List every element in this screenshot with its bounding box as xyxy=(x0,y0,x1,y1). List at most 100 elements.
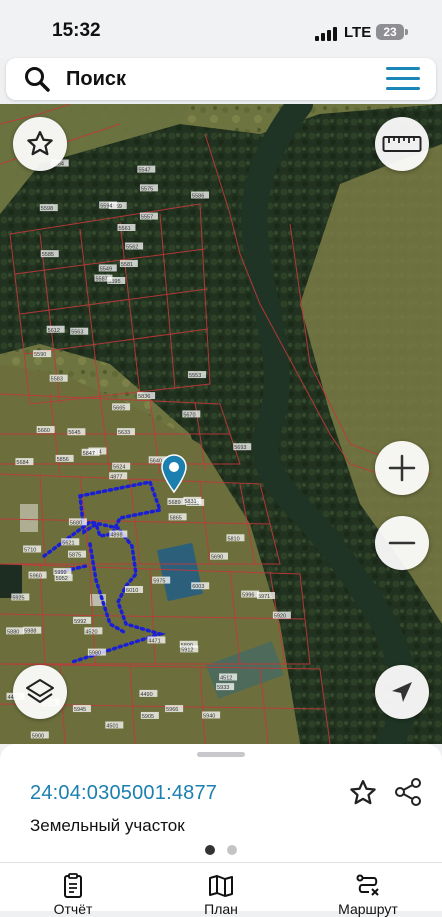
parcel-number-label[interactable]: 5586 xyxy=(191,191,210,200)
parcel-number-label[interactable]: 5693 xyxy=(233,443,252,451)
parcel-number-label[interactable]: 5836 xyxy=(137,392,156,400)
parcel-number-label[interactable]: 5971 xyxy=(256,592,275,600)
pagination-dot-active[interactable] xyxy=(205,845,215,855)
parcel-number-label[interactable]: 5920 xyxy=(272,611,291,620)
parcel-number-label[interactable]: 5847 xyxy=(81,448,100,457)
svg-text:5920: 5920 xyxy=(274,614,286,620)
parcel-number-label[interactable]: 5621 xyxy=(61,538,80,546)
parcel-number-label[interactable]: 5856 xyxy=(55,454,74,463)
parcel-number-label[interactable]: 4512 xyxy=(219,673,238,681)
parcel-number-label[interactable]: 5940 xyxy=(202,711,221,719)
parcel-number-label[interactable]: 5665 xyxy=(112,403,131,411)
nav-route[interactable]: Маршрут xyxy=(320,863,416,917)
parcel-number-label[interactable]: 4471 xyxy=(147,636,166,644)
map-view[interactable]: 5595559855495590556255635547555955755581… xyxy=(0,104,442,744)
svg-text:5598: 5598 xyxy=(41,206,53,212)
parcel-number-label[interactable]: 5980 xyxy=(87,648,106,657)
parcel-number-label[interactable]: 4501 xyxy=(105,721,124,729)
parcel-number-label[interactable]: 5547 xyxy=(137,165,156,174)
svg-text:4501: 4501 xyxy=(106,723,118,729)
svg-text:5680: 5680 xyxy=(70,520,82,526)
parcel-number-label[interactable]: 5590 xyxy=(33,350,52,358)
share-icon[interactable] xyxy=(392,776,424,808)
parcel-number-label[interactable]: 5660 xyxy=(36,426,55,434)
my-location-button[interactable] xyxy=(375,665,429,719)
parcel-number-label[interactable]: 4877 xyxy=(109,472,128,480)
nav-report[interactable]: Отчёт xyxy=(28,863,118,917)
ruler-button[interactable] xyxy=(375,117,429,171)
pagination-dot[interactable] xyxy=(227,845,237,855)
menu-icon[interactable] xyxy=(386,67,420,91)
parcel-number-label[interactable]: 5684 xyxy=(15,458,34,466)
parcel-number-label[interactable]: 5624 xyxy=(112,462,131,471)
parcel-number-label[interactable]: 6003 xyxy=(191,582,210,590)
parcel-number-label[interactable]: 4520 xyxy=(84,627,103,635)
parcel-number-label[interactable]: 5690 xyxy=(210,552,229,561)
parcel-number-label[interactable]: 5563 xyxy=(70,327,89,336)
parcel-number-label[interactable]: 5645 xyxy=(67,428,86,436)
parcel-number-label[interactable]: 5912 xyxy=(180,645,199,653)
parcel-number-label[interactable]: 5875 xyxy=(68,550,87,559)
parcel-number-label[interactable]: 5975 xyxy=(152,576,171,585)
parcel-number-label[interactable]: 5960 xyxy=(28,571,47,579)
parcel-number-label[interactable]: 5633 xyxy=(116,428,135,436)
svg-text:4512: 4512 xyxy=(220,675,232,681)
parcel-number-label[interactable]: 5557 xyxy=(139,212,158,221)
svg-text:5996: 5996 xyxy=(242,593,254,599)
favorite-button[interactable] xyxy=(13,117,67,171)
parcel-number-label[interactable]: 5710 xyxy=(23,545,42,553)
parcel-number-label[interactable]: 5553 xyxy=(188,371,207,379)
parcel-number-label[interactable]: 5680 xyxy=(68,518,87,526)
parcel-number-label[interactable]: 5670 xyxy=(182,410,201,418)
parcel-number-label[interactable]: 5945 xyxy=(72,705,91,713)
layers-button[interactable] xyxy=(13,665,67,719)
svg-text:4471: 4471 xyxy=(148,638,160,644)
location-pin-icon[interactable] xyxy=(161,454,187,494)
parcel-number-label[interactable]: 5999 xyxy=(53,568,72,576)
search-icon[interactable] xyxy=(24,66,50,92)
parcel-number-label[interactable]: 5831 xyxy=(183,496,202,505)
parcel-number-label[interactable]: 5594 xyxy=(99,201,118,209)
svg-text:5587: 5587 xyxy=(95,277,107,283)
navigation-arrow-icon xyxy=(392,682,412,702)
parcel-number-label[interactable]: 5992 xyxy=(73,616,92,625)
parcel-number-label[interactable]: 5810 xyxy=(226,534,245,542)
parcel-number-label[interactable]: 5689 xyxy=(167,497,186,506)
parcel-number-label[interactable]: 5996 xyxy=(241,590,260,599)
parcel-number-label[interactable]: 6010 xyxy=(125,585,144,594)
battery-icon: 23 xyxy=(376,24,404,40)
parcel-number-label[interactable]: 5581 xyxy=(119,260,138,268)
add-favorite-star-icon[interactable] xyxy=(348,778,378,808)
parcel-number-label[interactable]: 5585 xyxy=(40,250,59,258)
parcel-number-label[interactable]: 5549 xyxy=(98,264,117,272)
parcel-number-label[interactable]: 5598 xyxy=(39,204,58,212)
svg-text:5847: 5847 xyxy=(83,451,95,457)
cadastral-number[interactable]: 24:04:0305001:4877 xyxy=(30,782,217,805)
parcel-number-label[interactable]: 4490 xyxy=(139,689,158,698)
parcel-number-label[interactable]: 4898 xyxy=(109,530,128,539)
parcel-number-label[interactable]: 5587 xyxy=(94,274,113,283)
search-input[interactable] xyxy=(66,67,366,91)
parcel-number-label[interactable]: 5561 xyxy=(117,223,136,232)
parcel-number-label[interactable]: 5612 xyxy=(46,325,65,334)
parcel-number-label[interactable]: 5575 xyxy=(139,184,158,192)
parcel-number-label[interactable]: 5865 xyxy=(168,513,187,521)
parcel-info-sheet[interactable]: 24:04:0305001:4877 Земельный участок xyxy=(0,744,442,862)
parcel-number-label[interactable]: 5583 xyxy=(49,374,68,383)
parcel-number-label[interactable]: 5925 xyxy=(11,593,30,601)
parcel-number-label[interactable]: 5966 xyxy=(165,705,184,713)
parcel-type-label: Земельный участок xyxy=(30,816,185,835)
parcel-number-label[interactable]: 5988 xyxy=(23,626,42,635)
parcel-number-label[interactable]: 5933 xyxy=(216,683,235,691)
zoom-in-button[interactable] xyxy=(375,441,429,495)
sheet-drag-handle[interactable] xyxy=(197,752,245,757)
satellite-map[interactable]: 5595559855495590556255635547555955755581… xyxy=(0,104,442,744)
parcel-number-label[interactable]: 5905 xyxy=(140,711,159,720)
parcel-number-label[interactable]: 5900 xyxy=(30,731,49,739)
zoom-out-button[interactable] xyxy=(375,516,429,570)
svg-text:5856: 5856 xyxy=(57,457,69,463)
parcel-number-label[interactable]: 5562 xyxy=(125,242,144,250)
nav-plan[interactable]: План xyxy=(176,863,266,917)
search-bar[interactable] xyxy=(6,58,436,100)
parcel-number-label[interactable]: 5880 xyxy=(6,627,25,635)
